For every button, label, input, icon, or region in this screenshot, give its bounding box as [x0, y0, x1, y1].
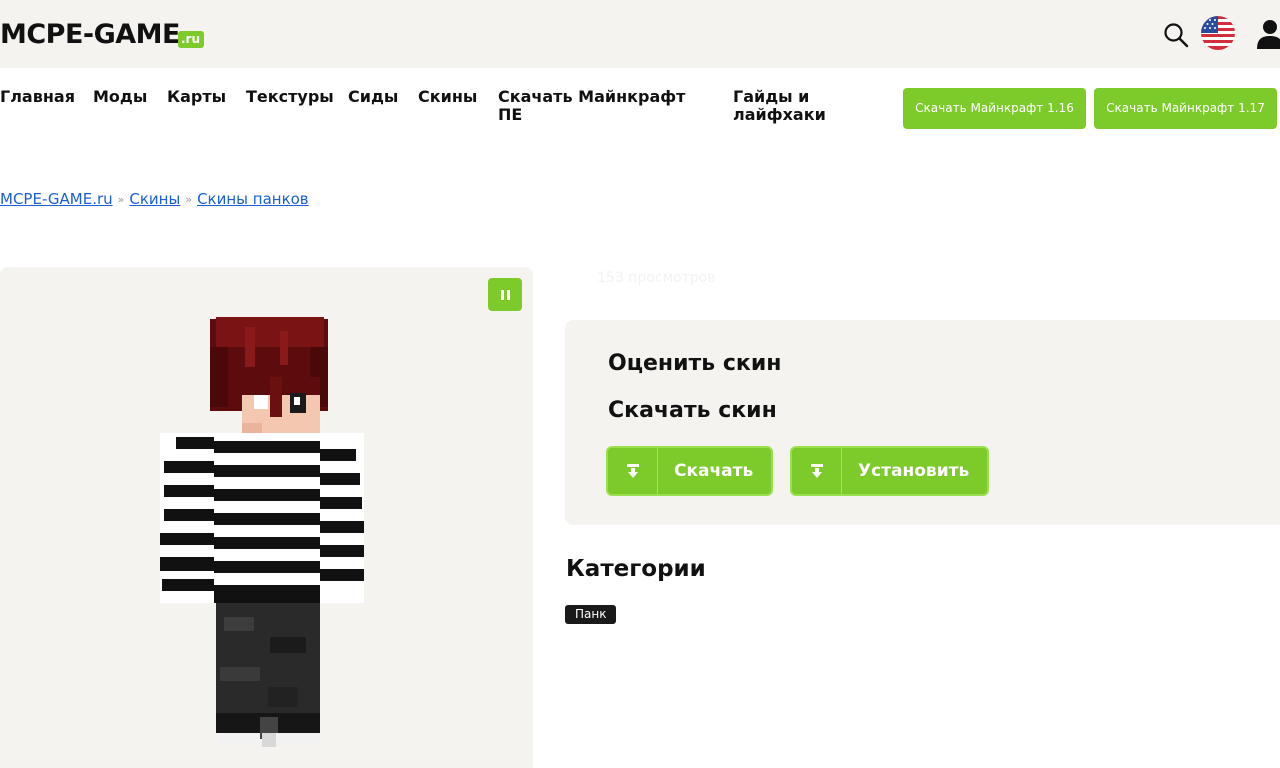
download-skin-title: Скачать скин [608, 398, 777, 423]
categories-title: Категории [566, 556, 706, 582]
install-icon [792, 448, 842, 494]
search-icon[interactable] [1162, 21, 1190, 49]
skin-actions-card: Оценить скин Скачать скин Скачать Устано… [565, 320, 1280, 525]
us-flag-icon[interactable] [1201, 16, 1235, 50]
logo-suffix: .ru [178, 31, 205, 48]
download-minecraft-116-button[interactable]: Скачать Майнкрафт 1.16 [903, 88, 1086, 129]
install-skin-button[interactable]: Установить [790, 446, 990, 496]
site-header: MCPE-GAME .ru [0, 0, 1280, 68]
skin-model [160, 317, 364, 747]
nav-item-skins[interactable]: Скины [418, 88, 477, 106]
breadcrumb-separator: » [117, 192, 125, 206]
user-account-icon[interactable] [1256, 18, 1280, 50]
download-button-label: Скачать [674, 461, 754, 481]
pause-icon-bar [500, 289, 504, 300]
pause-icon-bar [506, 289, 510, 300]
download-icon [608, 448, 658, 494]
nav-item-guides[interactable]: Гайды и лайфхаки [733, 88, 843, 124]
breadcrumb-separator: » [185, 192, 193, 206]
category-tag-punk[interactable]: Панк [565, 605, 617, 624]
download-minecraft-117-button[interactable]: Скачать Майнкрафт 1.17 [1094, 88, 1277, 129]
skin-preview-panel[interactable] [0, 267, 533, 768]
pause-animation-button[interactable] [488, 278, 522, 311]
rate-skin-title: Оценить скин [608, 351, 782, 376]
logo-text: MCPE-GAME [0, 19, 181, 50]
nav-item-mods[interactable]: Моды [93, 88, 147, 106]
breadcrumb: MCPE-GAME.ru » Скины » Скины панков [0, 190, 309, 208]
breadcrumb-home-link[interactable]: MCPE-GAME.ru [0, 190, 113, 208]
install-button-label: Установить [858, 461, 970, 481]
breadcrumb-punk-skins-link[interactable]: Скины панков [197, 190, 309, 208]
download-skin-button[interactable]: Скачать [606, 446, 774, 496]
views-count: 153 просмотров [597, 270, 716, 286]
nav-item-textures[interactable]: Текстуры [246, 88, 334, 106]
site-logo[interactable]: MCPE-GAME .ru [0, 19, 205, 50]
nav-item-seeds[interactable]: Сиды [348, 88, 398, 106]
nav-item-maps[interactable]: Карты [167, 88, 226, 106]
nav-item-download-mcpe[interactable]: Скачать Майнкрафт ПЕ [498, 88, 698, 124]
breadcrumb-skins-link[interactable]: Скины [129, 190, 180, 208]
nav-item-home[interactable]: Главная [0, 88, 75, 106]
